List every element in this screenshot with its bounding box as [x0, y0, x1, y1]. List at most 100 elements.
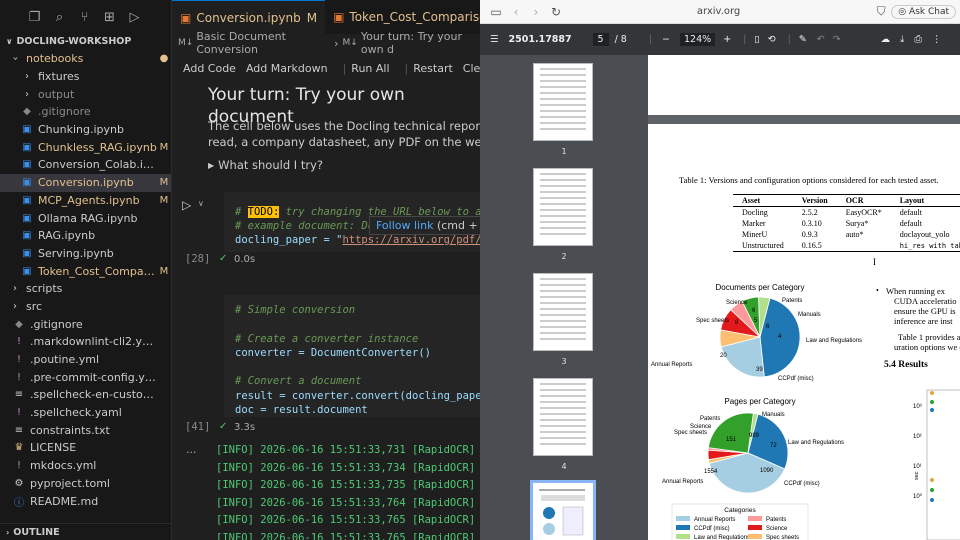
breadcrumb-item[interactable]: Your turn: Try your own d: [361, 30, 480, 56]
toolbar-button[interactable]: Run All: [351, 62, 389, 75]
table-header-row: AssetVersionOCRLayoutTable: [733, 194, 960, 207]
page-input[interactable]: 5: [592, 33, 609, 46]
tree-item[interactable]: ◆ .gitignore: [0, 315, 171, 333]
tree-item[interactable]: ⚙ pyproject.toml: [0, 475, 171, 493]
notebook-icon: ▣: [22, 230, 32, 242]
run-cell-icon[interactable]: ▷: [182, 198, 191, 212]
page-thumbnail[interactable]: [533, 273, 593, 351]
breadcrumb-separator: ›: [334, 36, 339, 50]
tree-item[interactable]: ◆ .gitignore: [0, 103, 171, 121]
shield-icon[interactable]: ⛉: [871, 4, 891, 19]
zoom-level[interactable]: 124%: [680, 33, 716, 46]
back-icon[interactable]: ‹: [506, 5, 526, 19]
tree-item-label: .spellcheck.yaml: [30, 406, 122, 420]
ask-chat-button[interactable]: ◎ Ask Chat: [891, 4, 956, 19]
slice-label: Spec sheets: [674, 430, 707, 436]
files-icon[interactable]: ❐: [22, 10, 47, 25]
slice-label: CCPdf (misc): [784, 481, 820, 487]
code-cell-1: ▷ ∨ # TODO: try changing the URL below t…: [172, 192, 480, 272]
exec-time: 0.0s: [234, 254, 256, 265]
zoom-in-icon[interactable]: +: [723, 34, 731, 45]
rotate-icon[interactable]: ⟲: [768, 34, 776, 45]
cell-source: # Simple conversion # Create a converter …: [235, 303, 480, 417]
thumb-line: [540, 191, 586, 193]
url-link[interactable]: https://arxiv.org/pdf/250: [342, 234, 480, 246]
tree-item[interactable]: › notebooks ●: [0, 50, 171, 68]
source-control-icon[interactable]: ⑂: [72, 10, 97, 25]
toolbar-button[interactable]: Add Markdown: [246, 62, 328, 75]
workspace-header[interactable]: ∨ DOCLING-WORKSHOP: [0, 34, 171, 48]
tree-item[interactable]: ▣ Chunkless_RAG.ipynb M: [0, 138, 171, 156]
tree-item[interactable]: ▣ MCP_Agents.ipynb M: [0, 192, 171, 210]
thumbnail-current[interactable]: [530, 480, 596, 540]
code-cell-2[interactable]: # Simple conversion # Create a converter …: [224, 295, 480, 417]
tree-item[interactable]: ▣ Serving.ipynb: [0, 245, 171, 263]
chart-title: Pages per Category: [724, 397, 795, 406]
slice-label: Manuals: [762, 412, 785, 418]
tree-item[interactable]: › src: [0, 298, 171, 316]
outline-header[interactable]: › OUTLINE: [0, 523, 172, 540]
undo-icon[interactable]: ↶: [817, 34, 825, 45]
tree-item[interactable]: ▣ Ollama RAG.ipynb: [0, 209, 171, 227]
chevron-down-icon[interactable]: ∨: [198, 199, 204, 208]
paragraph-line: The cell below uses the Docling technica…: [208, 119, 480, 133]
page-thumbnail[interactable]: [533, 378, 593, 456]
notebook-icon: ▣: [22, 159, 32, 171]
tree-item[interactable]: ▣ Conversion_Colab.ipynb: [0, 156, 171, 174]
pdf-page: Table 1: Versions and configuration opti…: [648, 124, 960, 540]
legend-label: Spec sheets: [766, 535, 799, 540]
run-debug-icon[interactable]: ▷: [122, 10, 147, 25]
tooltip-link[interactable]: Follow link: [376, 219, 433, 232]
download-icon[interactable]: ⤓: [900, 34, 904, 45]
print-icon[interactable]: ⎙: [914, 34, 922, 45]
page-thumbnail[interactable]: [533, 168, 593, 246]
forward-icon[interactable]: ›: [526, 5, 546, 19]
page-count: / 8: [614, 34, 627, 45]
tree-item[interactable]: ! .markdownlint-cli2.yaml: [0, 333, 171, 351]
annotate-icon[interactable]: ✎: [799, 34, 807, 45]
tree-item[interactable]: ▣ Chunking.ipynb: [0, 121, 171, 139]
config-icon: !: [16, 371, 21, 383]
tree-item[interactable]: ! .spellcheck.yaml: [0, 404, 171, 422]
page-thumbnail[interactable]: [533, 63, 593, 141]
tree-item-label: README.md: [30, 494, 99, 508]
toolbar-button[interactable]: Restart: [413, 62, 453, 75]
search-icon[interactable]: ⌕: [47, 10, 72, 25]
tree-item[interactable]: ≡ .spellcheck-en-custom.txt: [0, 386, 171, 404]
menu-icon[interactable]: ☰: [490, 34, 499, 45]
tree-item[interactable]: ! .pre-commit-config.yaml: [0, 368, 171, 386]
legend-title: Categories: [724, 507, 756, 514]
sidebar-icon[interactable]: ▭: [486, 5, 506, 19]
tree-item[interactable]: ♛ LICENSE: [0, 439, 171, 457]
more-icon[interactable]: ⋮: [932, 34, 942, 45]
breadcrumb-item[interactable]: Basic Document Conversion: [196, 30, 330, 56]
toolbar-button[interactable]: Add Code: [183, 62, 236, 75]
tree-item-label: Serving.ipynb: [38, 246, 114, 260]
address-bar[interactable]: arxiv.org: [566, 6, 871, 17]
reload-icon[interactable]: ↻: [546, 5, 566, 19]
redo-icon[interactable]: ↷: [833, 34, 841, 45]
tree-item[interactable]: › output: [0, 85, 171, 103]
text-line: inference are inst: [894, 316, 953, 326]
tree-item[interactable]: ! .poutine.yml: [0, 351, 171, 369]
tab-token-cost[interactable]: ▣ Token_Cost_Comparison.ipyn: [325, 0, 480, 34]
toolbar-button[interactable]: Clear All Outpu: [463, 62, 480, 75]
output-ellipsis[interactable]: ...: [186, 443, 197, 456]
tree-item[interactable]: ▣ Conversion.ipynb M: [0, 173, 171, 192]
code-line: doc = result.document: [235, 404, 368, 417]
zoom-out-icon[interactable]: −: [662, 34, 670, 45]
details-toggle[interactable]: ▶ What should I try?: [172, 158, 480, 172]
tree-item[interactable]: ⓘ README.md: [0, 492, 171, 510]
tree-item[interactable]: ! mkdocs.yml: [0, 457, 171, 475]
fit-page-icon[interactable]: ▯: [754, 34, 759, 45]
tree-item[interactable]: ▣ RAG.ipynb: [0, 227, 171, 245]
extensions-icon[interactable]: ⊞: [97, 10, 122, 25]
tree-item[interactable]: ≡ constraints.txt: [0, 421, 171, 439]
results-plot: 10³ 10² 10¹ 10⁰ sec: [913, 389, 960, 540]
browser-window: ▭ ‹ › ↻ arxiv.org ⛉ ◎ Ask Chat ☰ 2501.178…: [480, 0, 960, 540]
tree-item[interactable]: ▣ Token_Cost_Compari... M: [0, 262, 171, 280]
tree-item[interactable]: › fixtures: [0, 68, 171, 86]
tree-item[interactable]: › scripts: [0, 280, 171, 298]
tab-conversion[interactable]: ▣ Conversion.ipynb M: [172, 0, 326, 34]
drive-icon[interactable]: ☁: [881, 34, 891, 45]
